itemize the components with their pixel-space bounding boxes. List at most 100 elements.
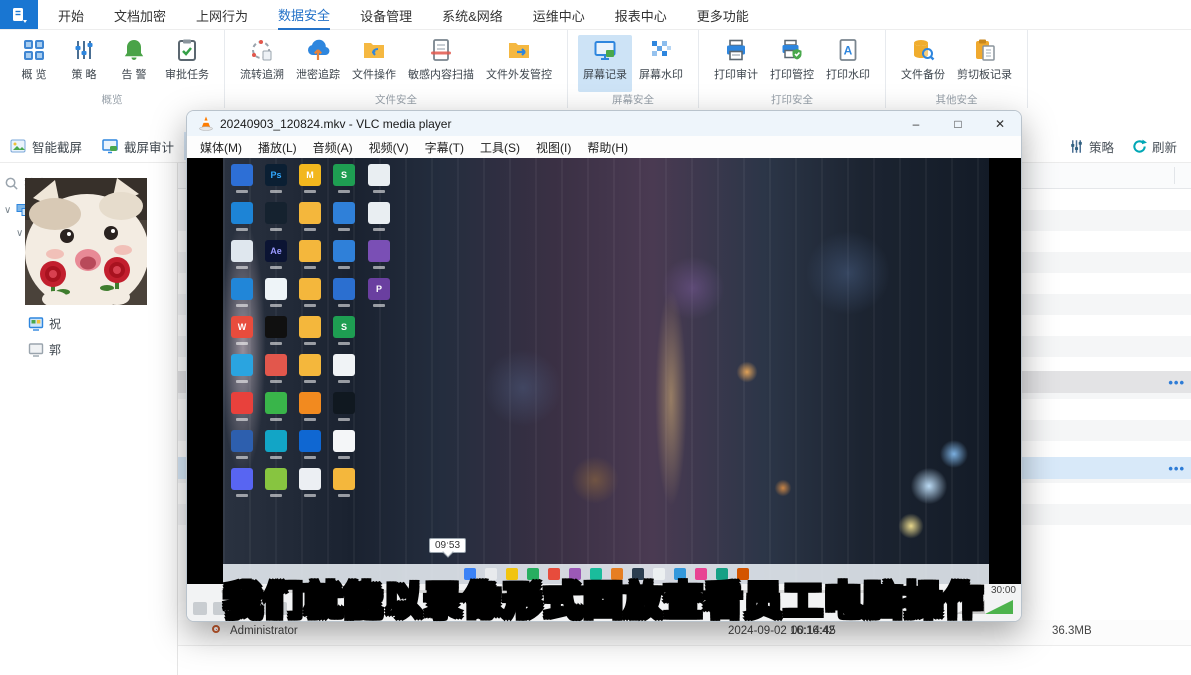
ribbon-item-label: 策 略	[71, 66, 96, 82]
ribbon-content-scan-button[interactable]: 敏感内容扫描	[403, 35, 479, 92]
tab-doc-encrypt[interactable]: 文档加密	[114, 0, 166, 29]
desktop-icon: P	[368, 278, 390, 300]
folder-undo-icon	[362, 38, 386, 62]
row-more-button[interactable]: •••	[1168, 461, 1185, 476]
ribbon-print-audit-button[interactable]: 打印审计	[709, 35, 763, 92]
ribbon-approval-tasks-button[interactable]: 审批任务	[160, 35, 214, 92]
subtab-label: 智能截屏	[32, 137, 82, 156]
vlc-menu-item[interactable]: 媒体(M)	[193, 137, 249, 158]
ribbon-print-control-button[interactable]: 打印管控	[765, 35, 819, 92]
ribbon-overview-button[interactable]: 概 览	[10, 35, 58, 92]
vlc-menu-item[interactable]: 视频(V)	[362, 137, 416, 158]
ribbon-file-ops-button[interactable]: 文件操作	[347, 35, 401, 92]
ribbon-file-backup-button[interactable]: 文件备份	[896, 35, 950, 92]
desktop-icon	[231, 392, 253, 414]
desktop-icon	[299, 468, 321, 490]
policy-button[interactable]: 策略	[1069, 137, 1114, 156]
ribbon-screen-watermark-button[interactable]: 屏幕水印	[634, 35, 688, 92]
main-nav: 开始 文档加密 上网行为 数据安全 设备管理 系统&网络 运维中心 报表中心 更…	[38, 0, 749, 29]
tree-item-guo[interactable]: 郭	[28, 341, 61, 358]
desktop-icon	[299, 430, 321, 452]
vlc-menu-item[interactable]: 播放(L)	[251, 137, 304, 158]
desktop-icon: M	[299, 164, 321, 186]
tab-smart-screenshot[interactable]: 智能截屏	[0, 131, 92, 162]
ribbon-policy-button[interactable]: 策 略	[60, 35, 108, 92]
vlc-menu-item[interactable]: 帮助(H)	[580, 137, 635, 158]
desktop-icon	[299, 354, 321, 376]
app-menu-bar: 开始 文档加密 上网行为 数据安全 设备管理 系统&网络 运维中心 报表中心 更…	[0, 0, 1191, 30]
tree-item-zhu[interactable]: 祝	[28, 315, 61, 332]
ribbon-item-label: 泄密追踪	[296, 66, 340, 82]
tab-report-center[interactable]: 报表中心	[615, 0, 667, 29]
recorded-desktop-video: PsMSAePWS 09:53	[223, 158, 989, 586]
ribbon-group-other-security: 文件备份 剪切板记录 其他安全	[886, 30, 1028, 108]
tab-device-mgmt[interactable]: 设备管理	[360, 0, 412, 29]
ribbon-item-label: 屏幕记录	[583, 66, 627, 82]
desktop-icon	[231, 468, 253, 490]
refresh-label: 刷新	[1152, 137, 1177, 156]
ribbon-leak-track-button[interactable]: 泄密追踪	[291, 35, 345, 92]
computer-online-icon	[28, 316, 44, 332]
refresh-button[interactable]: 刷新	[1132, 137, 1177, 156]
desktop-icon	[265, 392, 287, 414]
desktop-icon	[299, 316, 321, 338]
grid-icon	[22, 38, 46, 62]
desktop-icon: S	[333, 316, 355, 338]
app-main-button[interactable]	[0, 0, 38, 29]
tab-more[interactable]: 更多功能	[697, 0, 749, 29]
vlc-menu-item[interactable]: 视图(I)	[529, 137, 578, 158]
tab-system-network[interactable]: 系统&网络	[442, 0, 503, 29]
folder-arrow-icon	[507, 38, 531, 62]
record-icon	[212, 625, 220, 633]
ribbon-print-watermark-button[interactable]: A 打印水印	[821, 35, 875, 92]
close-button[interactable]: ✕	[979, 111, 1021, 136]
tab-screenshot-audit[interactable]: 截屏审计	[92, 131, 184, 162]
ribbon-group-file-security: 流转追溯 泄密追踪 文件操作 敏感内容扫描 文件外发管控 文件安全	[225, 30, 568, 108]
maximize-button[interactable]: □	[937, 111, 979, 136]
desktop-icon	[265, 354, 287, 376]
database-search-icon	[911, 38, 935, 62]
vlc-menu-item[interactable]: 工具(S)	[473, 137, 527, 158]
ribbon-item-label: 文件操作	[352, 66, 396, 82]
vlc-title-bar[interactable]: 20240903_120824.mkv - VLC media player –…	[187, 111, 1021, 136]
desktop-icon	[265, 202, 287, 224]
ribbon-alert-button[interactable]: 告 警	[110, 35, 158, 92]
ribbon-flow-trace-button[interactable]: 流转追溯	[235, 35, 289, 92]
ribbon-item-label: 打印审计	[714, 66, 758, 82]
ribbon-outgoing-control-button[interactable]: 文件外发管控	[481, 35, 557, 92]
vlc-menu-item[interactable]: 音频(A)	[306, 137, 360, 158]
desktop-icon	[333, 354, 355, 376]
row-more-button[interactable]: •••	[1168, 375, 1185, 390]
desktop-icon	[265, 316, 287, 338]
minimize-button[interactable]: –	[895, 111, 937, 136]
vlc-menu-bar: 媒体(M)播放(L)音频(A)视频(V)字幕(T)工具(S)视图(I)帮助(H)	[187, 136, 1021, 158]
tab-start[interactable]: 开始	[58, 0, 84, 29]
ribbon-group-label: 概览	[0, 92, 224, 107]
ribbon-item-label: 打印管控	[770, 66, 814, 82]
ribbon-clipboard-record-button[interactable]: 剪切板记录	[952, 35, 1017, 92]
clipboard-record-icon	[973, 38, 997, 62]
vlc-menu-item[interactable]: 字幕(T)	[418, 137, 471, 158]
tab-web-behavior[interactable]: 上网行为	[196, 0, 248, 29]
search-icon	[4, 176, 19, 191]
tree-item-label: 祝	[49, 315, 61, 332]
tab-data-security[interactable]: 数据安全	[278, 0, 330, 30]
ribbon-group-print-security: 打印审计 打印管控 A 打印水印 打印安全	[699, 30, 886, 108]
vlc-video-area[interactable]: PsMSAePWS 09:53	[187, 158, 1021, 586]
tab-ops-center[interactable]: 运维中心	[533, 0, 585, 29]
chevron-down-icon[interactable]: ∨	[4, 205, 11, 216]
ribbon-item-label: 告 警	[121, 66, 146, 82]
vlc-window: 20240903_120824.mkv - VLC media player –…	[186, 110, 1022, 622]
chevron-down-icon[interactable]: ∨	[16, 228, 23, 239]
desktop-icon: Ps	[265, 164, 287, 186]
ribbon-screen-record-button[interactable]: 屏幕记录	[578, 35, 632, 92]
ribbon-item-label: 屏幕水印	[639, 66, 683, 82]
desktop-icon	[231, 430, 253, 452]
desktop-icon	[333, 392, 355, 414]
picture-icon	[10, 138, 26, 154]
ribbon-group-label: 其他安全	[886, 92, 1027, 107]
sliders-icon	[1069, 139, 1084, 154]
vlc-window-title: 20240903_120824.mkv - VLC media player	[220, 117, 451, 131]
printer-shield-icon	[780, 38, 804, 62]
desktop-icon	[299, 240, 321, 262]
